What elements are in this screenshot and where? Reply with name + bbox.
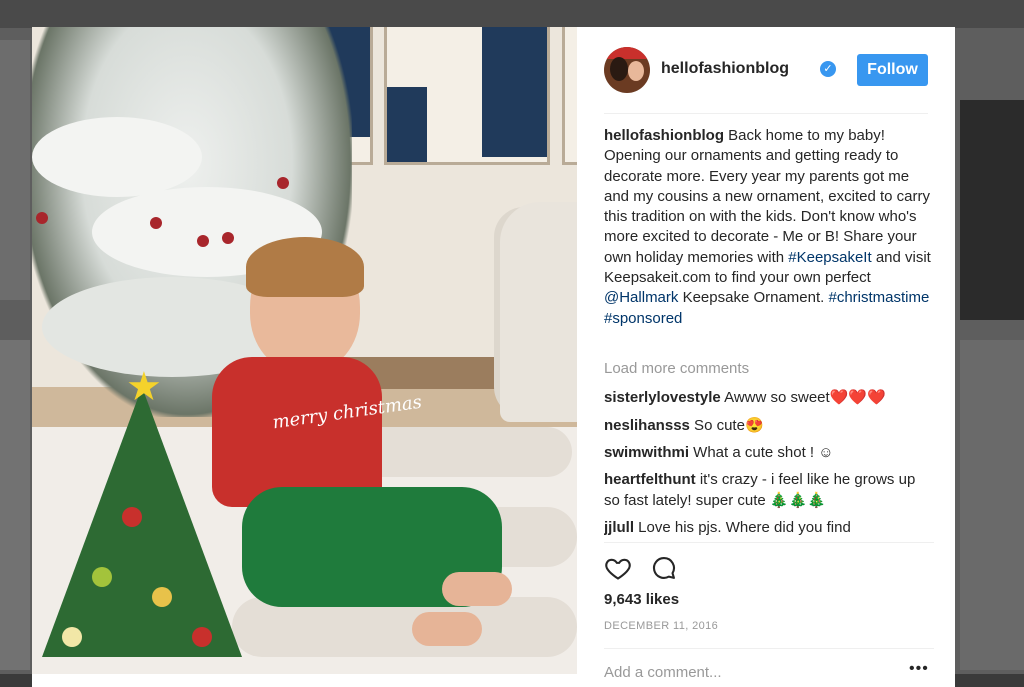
post-caption: hellofashionblog Back home to my baby! O…: [604, 127, 931, 327]
background-thumbnail: [960, 340, 1024, 670]
photo-couch: [500, 202, 577, 422]
background-header: [0, 0, 1024, 28]
hashtag-link[interactable]: #sponsored: [604, 310, 682, 327]
comment-username[interactable]: heartfelthunt: [604, 471, 696, 488]
avatar[interactable]: [604, 47, 650, 93]
comment-username[interactable]: neslihansss: [604, 417, 690, 434]
hashtag-link[interactable]: #christmastime: [829, 289, 930, 306]
photo-ornament: [222, 232, 234, 244]
photo-ornament: [150, 217, 162, 229]
post-header: hellofashionblog ✓ Follow: [604, 46, 928, 94]
follow-button[interactable]: Follow: [857, 54, 928, 86]
add-comment-input[interactable]: Add a comment...: [604, 664, 722, 681]
comment-username[interactable]: jjlull: [604, 519, 634, 536]
comments-divider: [604, 542, 934, 543]
photo-ornament: [277, 177, 289, 189]
post-photo: ★ merry christmas: [32, 27, 577, 674]
heart-icon[interactable]: [604, 554, 634, 584]
more-options-icon[interactable]: •••: [909, 660, 929, 678]
caption-username[interactable]: hellofashionblog: [604, 127, 724, 144]
background-thumbnail: [0, 340, 30, 670]
comment-username[interactable]: sisterlylovestyle: [604, 389, 721, 406]
header-divider: [604, 113, 928, 114]
username-link[interactable]: hellofashionblog: [661, 60, 789, 78]
comment-item: neslihansss So cute😍: [604, 417, 764, 434]
mention-link[interactable]: @Hallmark: [604, 289, 678, 306]
photo-ornament: [36, 212, 48, 224]
comment-icon[interactable]: [650, 554, 680, 584]
comment-item: swimwithmi What a cute shot ! ☺: [604, 444, 834, 461]
add-comment-divider: [604, 648, 934, 649]
hashtag-link[interactable]: #KeepsakeIt: [788, 249, 871, 266]
comment-username[interactable]: swimwithmi: [604, 444, 689, 461]
comment-item: heartfelthunt it's crazy - i feel like h…: [604, 471, 916, 509]
post-side-panel: hellofashionblog ✓ Follow hellofashionbl…: [577, 27, 955, 681]
photo-wall-frame: [384, 27, 550, 165]
post-date[interactable]: DECEMBER 11, 2016: [604, 620, 718, 632]
post-actions: [604, 554, 934, 584]
background-thumbnail: [960, 100, 1024, 320]
comment-item: sisterlylovestyle Awww so sweet❤️❤️❤️: [604, 389, 886, 406]
photo-wall-frame: [562, 27, 577, 165]
load-more-comments-link[interactable]: Load more comments: [604, 360, 749, 377]
photo-ornament: [197, 235, 209, 247]
likes-count[interactable]: 9,643 likes: [604, 591, 679, 608]
background-thumbnail: [0, 40, 30, 300]
verified-badge-icon: ✓: [820, 61, 836, 77]
comment-item: jjlull Love his pjs. Where did you find: [604, 519, 851, 536]
